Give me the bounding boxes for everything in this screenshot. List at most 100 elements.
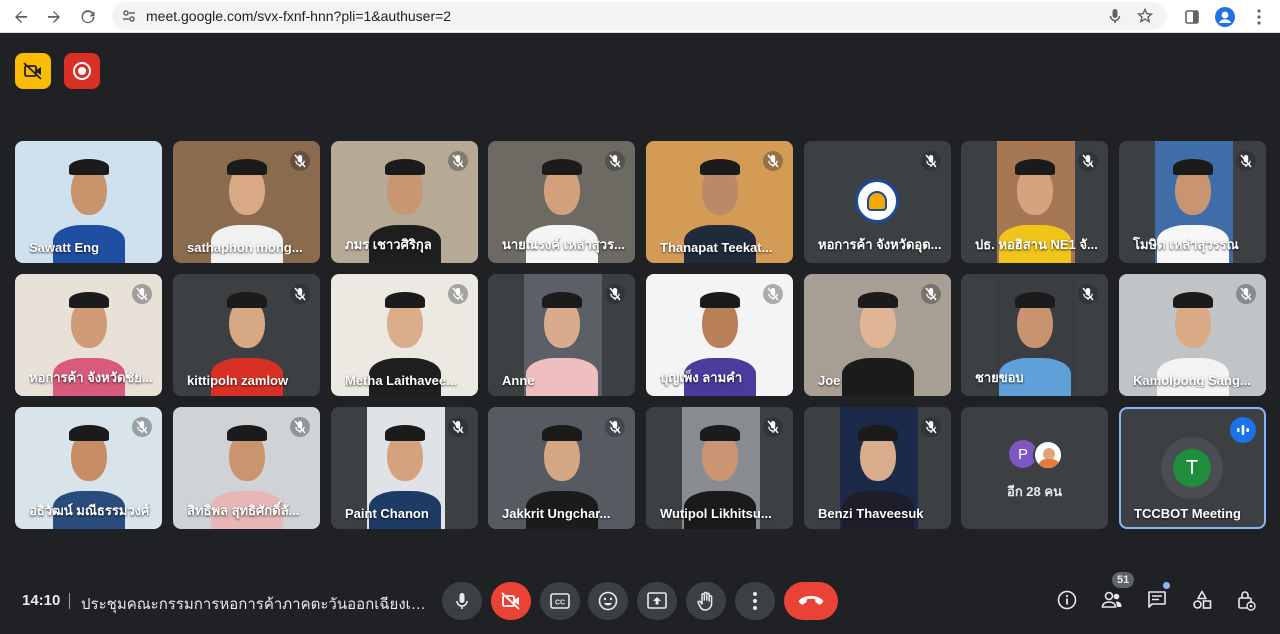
participant-tile[interactable]: อธิวัฒน์ มณีธรรมวงศ์ [15,407,162,529]
bookmark-star-icon[interactable] [1136,7,1154,25]
more-vert-icon[interactable] [1246,4,1272,30]
participant-tile[interactable]: Sawatt Eng [15,141,162,263]
participant-name: ปธ. หอฮิสาน NE1 จั... [975,237,1098,252]
microphone-button[interactable] [442,582,482,620]
forward-icon[interactable] [41,4,67,30]
browser-toolbar: meet.google.com/svx-fxnf-hnn?pli=1&authu… [0,0,1280,33]
mic-off-icon [290,151,310,171]
closed-captions-icon: CC [550,593,570,609]
participant-tile[interactable]: Wutipol Likhitsu... [646,407,793,529]
self-tile[interactable]: T TCCBOT Meeting [1119,407,1266,529]
present-screen-icon [647,592,667,609]
reload-icon[interactable] [75,4,101,30]
more-vert-icon [753,592,757,610]
participant-name: หอการค้า จังหวัดชัย... [29,370,153,385]
people-icon[interactable] [1100,588,1124,612]
participant-name: ภมร เชาวศิริกุล [345,237,432,252]
participant-name: สิทธิพล สุทธิศักดิ์ลั... [187,503,300,518]
participant-name: Paint Chanon [345,506,429,521]
mic-off-icon [921,417,941,437]
participant-name: Sawatt Eng [29,240,100,255]
participant-name: Joe [818,373,841,388]
mic-off-icon [132,284,152,304]
back-icon[interactable] [8,4,34,30]
chat-icon[interactable] [1145,582,1170,612]
participant-tile[interactable]: Metha Laithavee... [331,274,478,396]
mic-icon [456,593,468,609]
mic-off-icon [921,151,941,171]
participant-name: Thanapat Teekat... [660,240,773,255]
mic-off-icon [605,284,625,304]
participant-tile[interactable]: ชายขอบ [961,274,1108,396]
participant-tile[interactable]: หอการค้า จังหวัดอุด... [804,141,951,263]
sidepanel-icon[interactable] [1179,4,1205,30]
participant-tile[interactable]: Anne [488,274,635,396]
profile-avatar-icon[interactable] [1212,4,1238,30]
participant-tile[interactable]: สิทธิพล สุทธิศักดิ์ลั... [173,407,320,529]
participant-name: ชายขอบ [975,370,1024,385]
emoji-icon [598,591,618,611]
participant-name: หอการค้า จังหวัดอุด... [818,237,942,252]
participant-tile[interactable]: Kamolpong Sang... [1119,274,1266,396]
mic-off-icon [1078,284,1098,304]
hang-up-icon [798,596,824,605]
hand-icon [697,591,713,611]
others-tile[interactable]: P อีก 28 คน [961,407,1108,529]
site-info-icon[interactable] [120,7,138,25]
participant-name: Benzi Thaveesuk [818,506,924,521]
participant-tile[interactable]: บุญเพ็ง ลามคำ [646,274,793,396]
self-name: TCCBOT Meeting [1134,506,1241,521]
participant-tile[interactable]: ภมร เชาวศิริกุล [331,141,478,263]
camera-button[interactable] [491,582,531,620]
host-controls-icon[interactable] [1234,588,1258,612]
raise-hand-button[interactable] [686,582,726,620]
recording-icon[interactable] [64,53,100,89]
speaking-indicator-icon [1230,417,1256,443]
participant-tile[interactable]: Thanapat Teekat... [646,141,793,263]
participant-tile[interactable]: ปธ. หอฮิสาน NE1 จั... [961,141,1108,263]
participant-name: Kamolpong Sang... [1133,373,1251,388]
participant-tile[interactable]: Joe [804,274,951,396]
participant-tile[interactable]: sathaphon mong... [173,141,320,263]
participant-tile[interactable]: หอการค้า จังหวัดชัย... [15,274,162,396]
camera-off-notice-icon[interactable] [15,53,51,89]
participant-tile[interactable]: โมษิต เหล่าสุวรรณ [1119,141,1266,263]
address-bar[interactable]: meet.google.com/svx-fxnf-hnn?pli=1&authu… [112,2,1167,30]
participant-name: นายณรงค์ เหล่าสุวร... [502,237,625,252]
participant-tile[interactable]: Jakkrit Ungchar... [488,407,635,529]
participant-name: อธิวัฒน์ มณีธรรมวงศ์ [29,503,150,518]
others-avatar-photo [1033,440,1063,470]
mic-off-icon [448,417,468,437]
organization-logo [855,179,899,223]
reactions-button[interactable] [588,582,628,620]
mic-off-icon [763,417,783,437]
mic-off-icon [763,151,783,171]
captions-button[interactable]: CC [540,582,580,620]
divider [69,593,70,609]
participant-tile[interactable]: Paint Chanon [331,407,478,529]
svg-text:CC: CC [555,600,565,607]
url-text: meet.google.com/svx-fxnf-hnn?pli=1&authu… [146,8,452,24]
mic-off-icon [290,284,310,304]
activities-icon[interactable] [1190,588,1214,612]
participant-name: sathaphon mong... [187,240,303,255]
mic-off-icon [290,417,310,437]
mic-icon[interactable] [1106,7,1124,25]
participant-tile[interactable]: kittipoln zamlow [173,274,320,396]
clock: 14:10 [22,592,61,609]
meeting-details-icon[interactable] [1055,588,1079,612]
mic-off-icon [1236,151,1256,171]
mic-off-icon [605,151,625,171]
more-options-button[interactable] [735,582,775,620]
present-button[interactable] [637,582,677,620]
meeting-title: ประชุมคณะกรรมการหอการค้าภาคตะวันออกเฉียง… [81,596,426,613]
participant-name: kittipoln zamlow [187,373,289,388]
mic-off-icon [763,284,783,304]
participant-tile[interactable]: นายณรงค์ เหล่าสุวร... [488,141,635,263]
participant-name: Anne [502,373,535,388]
leave-call-button[interactable] [784,582,838,620]
mic-off-icon [448,151,468,171]
participant-name: Metha Laithavee... [345,373,457,388]
participant-tile[interactable]: Benzi Thaveesuk [804,407,951,529]
participant-name: โมษิต เหล่าสุวรรณ [1133,237,1239,252]
